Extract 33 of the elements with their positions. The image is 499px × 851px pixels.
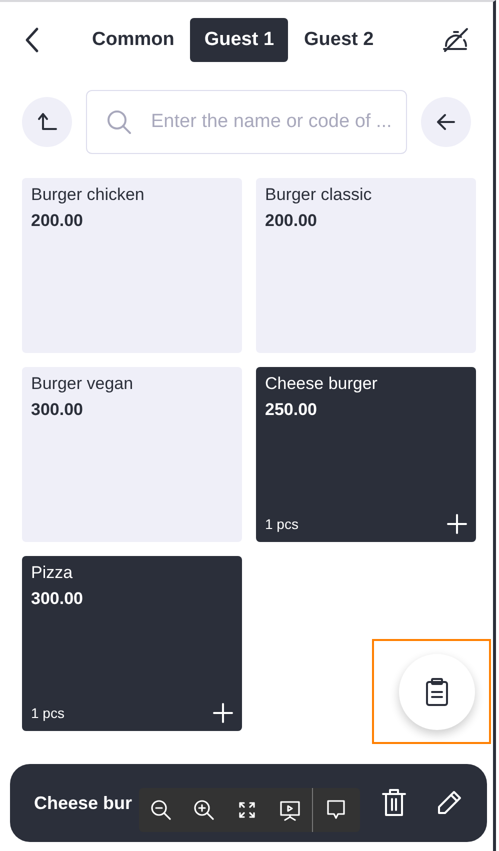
product-name: Pizza [31,563,74,583]
back-button[interactable] [24,27,40,53]
dish-off-icon[interactable] [441,27,471,53]
selected-item-title: Cheese bur [34,792,134,814]
order-button[interactable] [399,654,475,730]
clipboard-icon [424,677,450,707]
quantity-label: 1 pcs [265,516,298,532]
back-arrow-button[interactable] [421,97,471,147]
product-name: Burger vegan [31,374,134,394]
plus-icon[interactable] [213,703,233,723]
edit-icon[interactable] [435,789,463,817]
plus-icon[interactable] [447,514,467,534]
guest-tab[interactable]: Common [78,18,188,62]
product-name: Burger classic [265,185,373,205]
product-price: 300.00 [31,400,84,420]
product-price: 200.00 [31,211,84,231]
search-field[interactable]: Enter the name or code of ... [86,90,407,154]
product-card[interactable]: Burger vegan 300.00 [22,367,242,542]
product-name: Burger chicken [31,185,146,205]
search-icon [106,109,132,135]
guest-tab[interactable]: Guest 2 [290,18,388,62]
product-card[interactable]: Burger chicken 200.00 [22,178,242,353]
product-price: 250.00 [265,400,318,420]
guest-tab[interactable]: Guest 1 [190,18,288,62]
product-price: 200.00 [265,211,318,231]
product-card[interactable]: Cheese burger 250.00 1 pcs [256,367,476,542]
quantity-label: 1 pcs [31,705,64,721]
product-price: 300.00 [31,589,84,609]
delete-icon[interactable] [381,788,407,818]
up-level-button[interactable] [22,97,72,147]
product-card[interactable]: Burger classic 200.00 [256,178,476,353]
product-card[interactable]: Pizza 300.00 1 pcs [22,556,242,731]
product-name: Cheese burger [265,374,378,394]
